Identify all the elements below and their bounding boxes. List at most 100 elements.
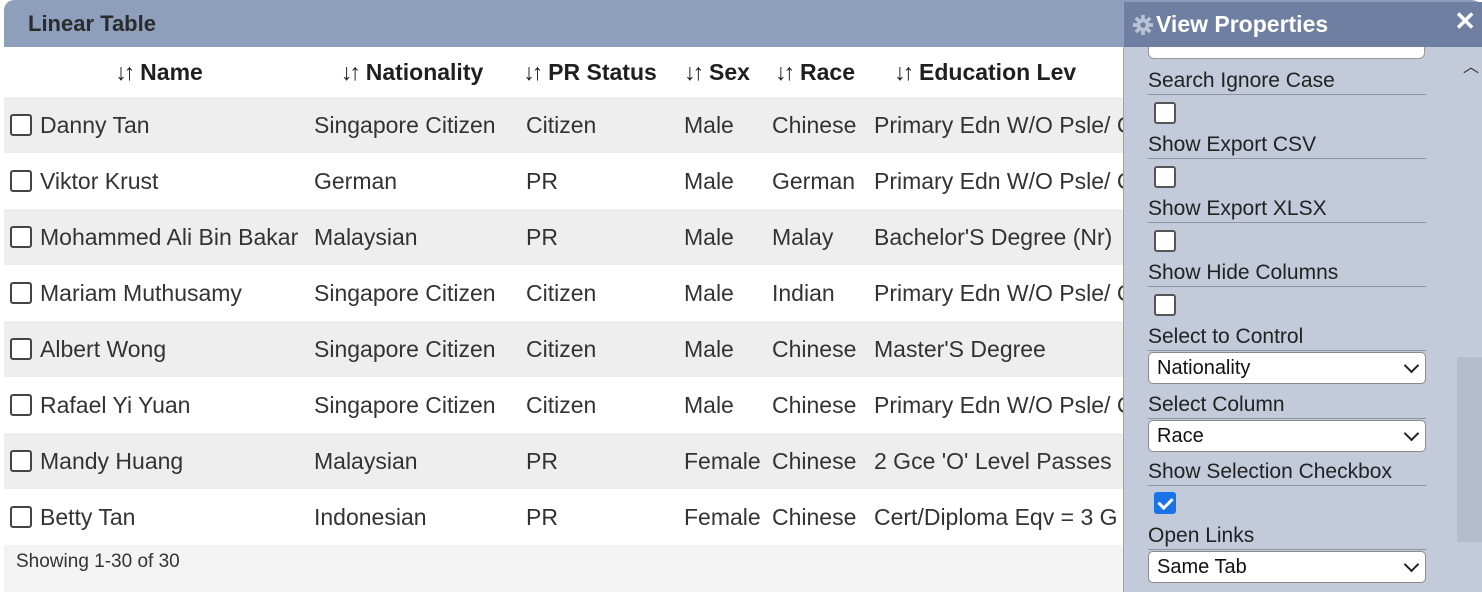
cell-name: Mariam Muthusamy	[40, 280, 242, 306]
row-checkbox[interactable]	[10, 114, 32, 136]
cell-name: Danny Tan	[40, 112, 150, 138]
chevron-down-icon	[1403, 556, 1420, 573]
column-header-label: PR Status	[548, 58, 657, 85]
cell-name: Betty Tan	[40, 504, 136, 530]
view-properties-panel: View Properties ✕ Search Ignore Case Sho…	[1123, 2, 1482, 592]
column-header-label: Education Lev	[919, 58, 1077, 85]
cell-name: Viktor Krust	[40, 168, 159, 194]
cell-name: Mohammed Ali Bin Bakar	[40, 224, 299, 250]
sort-icon: ↓↑	[775, 58, 795, 85]
select-to-control-label: Select to Control	[1148, 325, 1426, 351]
props-scrollbar[interactable]: ︿	[1457, 47, 1482, 592]
select-column-label: Select Column	[1148, 393, 1426, 419]
column-header-label: Name	[140, 58, 203, 85]
cell-sex: Male	[684, 112, 734, 138]
scroll-up-icon[interactable]: ︿	[1463, 53, 1479, 77]
table-header-row: ↓↑ Name ↓↑ Nationality ↓↑ PR Status ↓↑ Sex ↓…	[4, 47, 1204, 97]
show-export-xlsx-label: Show Export XLSX	[1148, 197, 1426, 223]
close-icon[interactable]: ✕	[1454, 6, 1476, 36]
row-checkbox[interactable]	[10, 226, 32, 248]
gear-icon	[1132, 14, 1154, 35]
cell-pr-status: PR	[526, 168, 558, 194]
table-row[interactable]: Rafael Yi Yuan Singapore Citizen Citizen…	[4, 377, 1204, 433]
cell-sex: Female	[684, 448, 761, 474]
row-checkbox[interactable]	[10, 170, 32, 192]
table-row[interactable]: Viktor Krust German PR Male German Prima…	[4, 153, 1204, 209]
show-export-xlsx-checkbox[interactable]	[1154, 230, 1176, 252]
cell-race: Chinese	[772, 504, 857, 530]
cell-sex: Male	[684, 168, 734, 194]
cell-sex: Female	[684, 504, 761, 530]
column-header-label: Race	[800, 58, 855, 85]
column-header-nationality[interactable]: ↓↑ Nationality	[314, 47, 510, 97]
table-row[interactable]: Mandy Huang Malaysian PR Female Chinese …	[4, 433, 1204, 489]
column-header-sex[interactable]: ↓↑ Sex	[670, 47, 764, 97]
cell-nationality: Singapore Citizen	[314, 392, 496, 418]
props-header[interactable]: View Properties ✕	[1124, 2, 1482, 47]
table-row[interactable]: Albert Wong Singapore Citizen Citizen Ma…	[4, 321, 1204, 377]
select-to-control-value: Nationality	[1157, 357, 1251, 379]
select-column-dropdown[interactable]: Race	[1148, 420, 1426, 452]
table-title: Linear Table	[28, 10, 156, 36]
show-hide-columns-checkbox[interactable]	[1154, 294, 1176, 316]
table-row[interactable]: Mariam Muthusamy Singapore Citizen Citiz…	[4, 265, 1204, 321]
column-header-race[interactable]: ↓↑ Race	[764, 47, 866, 97]
select-column-value: Race	[1157, 425, 1204, 447]
column-header-label: Sex	[709, 58, 750, 85]
cell-nationality: German	[314, 168, 398, 194]
cell-sex: Male	[684, 224, 734, 250]
row-checkbox[interactable]	[10, 338, 32, 360]
sort-icon: ↓↑	[894, 58, 914, 85]
open-links-label: Open Links	[1148, 524, 1426, 550]
cell-nationality: Singapore Citizen	[314, 336, 496, 362]
select-to-control-dropdown[interactable]: Nationality	[1148, 352, 1426, 384]
cell-pr-status: PR	[526, 224, 558, 250]
scrollbar-thumb[interactable]	[1457, 357, 1482, 542]
data-table: ↓↑ Name ↓↑ Nationality ↓↑ PR Status ↓↑ Sex ↓…	[4, 47, 1204, 545]
sort-icon: ↓↑	[340, 58, 361, 85]
column-header-pr-status[interactable]: ↓↑ PR Status	[510, 47, 670, 97]
show-selection-checkbox-checkbox[interactable]	[1154, 492, 1176, 514]
cell-nationality: Malaysian	[314, 448, 418, 474]
column-header-name[interactable]: ↓↑ Name	[4, 47, 314, 97]
cell-pr-status: PR	[526, 504, 558, 530]
table-row[interactable]: Mohammed Ali Bin Bakar Malaysian PR Male…	[4, 209, 1204, 265]
cell-nationality: Singapore Citizen	[314, 280, 496, 306]
column-header-label: Nationality	[365, 58, 484, 85]
row-checkbox[interactable]	[10, 282, 32, 304]
search-ignore-case-label: Search Ignore Case	[1148, 69, 1426, 95]
search-field[interactable]	[1148, 47, 1425, 59]
sort-icon: ↓↑	[115, 58, 135, 85]
cell-sex: Male	[684, 280, 734, 306]
row-checkbox[interactable]	[10, 506, 32, 528]
cell-nationality: Malaysian	[314, 224, 418, 250]
cell-race: Malay	[772, 224, 834, 250]
row-checkbox[interactable]	[10, 394, 32, 416]
open-links-dropdown[interactable]: Same Tab	[1148, 551, 1426, 583]
cell-race: Chinese	[772, 112, 857, 138]
row-checkbox[interactable]	[10, 450, 32, 472]
open-links-value: Same Tab	[1157, 556, 1247, 578]
chevron-down-icon	[1403, 357, 1420, 374]
cell-pr-status: Citizen	[526, 112, 597, 138]
table-row[interactable]: Danny Tan Singapore Citizen Citizen Male…	[4, 97, 1204, 153]
table-row[interactable]: Betty Tan Indonesian PR Female Chinese C…	[4, 489, 1204, 545]
cell-nationality: Singapore Citizen	[314, 112, 496, 138]
search-ignore-case-checkbox[interactable]	[1154, 102, 1176, 124]
sort-icon: ↓↑	[523, 58, 543, 85]
cell-name: Albert Wong	[40, 336, 167, 362]
chevron-down-icon	[1403, 425, 1420, 442]
cell-race: Chinese	[772, 448, 857, 474]
cell-pr-status: Citizen	[526, 392, 597, 418]
cell-race: Chinese	[772, 336, 857, 362]
show-export-csv-checkbox[interactable]	[1154, 166, 1176, 188]
show-export-csv-label: Show Export CSV	[1148, 133, 1426, 159]
cell-race: Chinese	[772, 392, 857, 418]
show-hide-columns-label: Show Hide Columns	[1148, 261, 1426, 287]
pagination-status: Showing 1-30 of 30	[16, 551, 180, 572]
cell-sex: Male	[684, 336, 734, 362]
sort-icon: ↓↑	[684, 58, 704, 85]
cell-pr-status: Citizen	[526, 280, 597, 306]
props-title: View Properties	[1156, 11, 1329, 37]
cell-name: Mandy Huang	[40, 448, 184, 474]
